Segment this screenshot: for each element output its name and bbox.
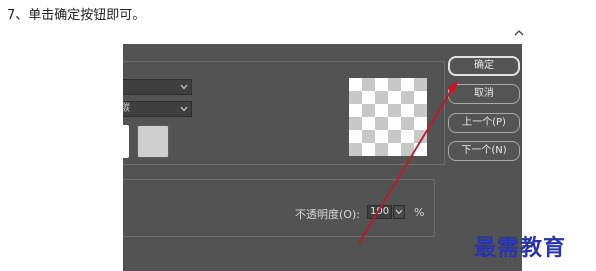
chevron-down-icon	[180, 106, 188, 112]
chevron-down-icon	[180, 84, 188, 90]
color-swatch-gray[interactable]	[137, 125, 169, 158]
type-dropdown[interactable]: 羰	[123, 101, 192, 117]
color-swatch-white[interactable]	[123, 125, 129, 158]
type-dropdown-value: 羰	[123, 103, 130, 114]
opacity-input[interactable]: 100	[367, 205, 392, 219]
ok-button[interactable]: 确定	[448, 56, 520, 76]
style-dialog: 羰 不透明度(O): 100 % 确定 取消 上一个(P) 下一个(N)	[123, 44, 522, 271]
opacity-dropdown-button[interactable]	[393, 205, 405, 219]
step-caption: 7、单击确定按钮即可。	[7, 8, 146, 23]
next-button[interactable]: 下一个(N)	[448, 141, 520, 161]
cancel-button[interactable]: 取消	[448, 84, 520, 104]
opacity-label: 不透明度(O):	[295, 208, 360, 221]
chevron-down-icon	[395, 209, 403, 215]
mode-dropdown[interactable]	[123, 79, 192, 95]
chevron-up-icon[interactable]	[513, 27, 525, 39]
watermark-logo: 最需教育	[474, 235, 567, 261]
opacity-unit: %	[414, 206, 425, 219]
transparency-preview	[349, 78, 427, 156]
previous-button[interactable]: 上一个(P)	[448, 113, 520, 133]
